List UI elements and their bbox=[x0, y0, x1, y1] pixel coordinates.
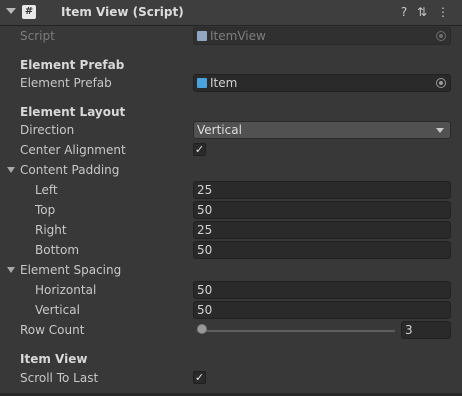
padding-right-input[interactable]: 25 bbox=[193, 221, 451, 239]
object-picker-icon bbox=[436, 31, 446, 41]
context-menu-icon[interactable]: ⋮ bbox=[436, 5, 450, 19]
prefab-cube-icon bbox=[197, 78, 207, 88]
component-header: # Item View (Script) ? ⇅ ⋮ bbox=[0, 0, 462, 26]
padding-top-label: Top bbox=[35, 203, 56, 217]
fold-arrow-icon[interactable] bbox=[6, 8, 16, 14]
content-padding-label[interactable]: Content Padding bbox=[20, 163, 119, 177]
section-element-prefab: Element Prefab bbox=[20, 58, 125, 72]
section-element-layout: Element Layout bbox=[20, 105, 126, 119]
spacing-horizontal-input[interactable]: 50 bbox=[193, 281, 451, 299]
script-file-icon bbox=[197, 31, 207, 41]
section-item-view: Item View bbox=[20, 352, 88, 366]
spacing-horizontal-label: Horizontal bbox=[35, 283, 97, 297]
row-count-slider-track[interactable] bbox=[197, 330, 395, 332]
row-count-slider-thumb[interactable] bbox=[197, 324, 207, 334]
direction-label: Direction bbox=[20, 123, 75, 137]
padding-bottom-input[interactable]: 50 bbox=[193, 241, 451, 259]
element-prefab-value: Item bbox=[210, 76, 238, 90]
spacing-vertical-input[interactable]: 50 bbox=[193, 301, 451, 319]
padding-left-input[interactable]: 25 bbox=[193, 181, 451, 199]
script-label: Script bbox=[20, 29, 55, 43]
scroll-to-last-checkbox[interactable]: ✓ bbox=[193, 371, 206, 384]
spacing-vertical-label: Vertical bbox=[35, 303, 80, 317]
padding-bottom-label: Bottom bbox=[35, 243, 80, 257]
help-icon[interactable]: ? bbox=[397, 5, 411, 19]
direction-dropdown[interactable]: Vertical bbox=[193, 121, 451, 139]
row-count-input[interactable]: 3 bbox=[401, 321, 451, 339]
center-alignment-checkbox[interactable]: ✓ bbox=[193, 143, 206, 156]
presets-icon[interactable]: ⇅ bbox=[415, 5, 429, 19]
direction-value: Vertical bbox=[197, 123, 242, 137]
element-prefab-field[interactable]: Item bbox=[193, 74, 451, 92]
padding-right-label: Right bbox=[35, 223, 67, 237]
component-title[interactable]: Item View (Script) bbox=[61, 5, 184, 19]
element-spacing-label[interactable]: Element Spacing bbox=[20, 263, 121, 277]
padding-top-input[interactable]: 50 bbox=[193, 201, 451, 219]
scroll-to-last-label: Scroll To Last bbox=[20, 371, 99, 385]
element-prefab-label: Element Prefab bbox=[20, 76, 112, 90]
object-picker-icon[interactable] bbox=[436, 78, 446, 88]
center-alignment-label: Center Alignment bbox=[20, 143, 126, 157]
element-spacing-fold-icon[interactable] bbox=[7, 267, 15, 273]
script-value: ItemView bbox=[210, 29, 266, 43]
script-field: ItemView bbox=[193, 27, 451, 45]
padding-left-label: Left bbox=[35, 183, 58, 197]
content-padding-fold-icon[interactable] bbox=[7, 167, 15, 173]
script-icon: # bbox=[22, 5, 36, 19]
row-count-label: Row Count bbox=[20, 323, 85, 337]
dropdown-arrow-icon bbox=[436, 128, 444, 133]
